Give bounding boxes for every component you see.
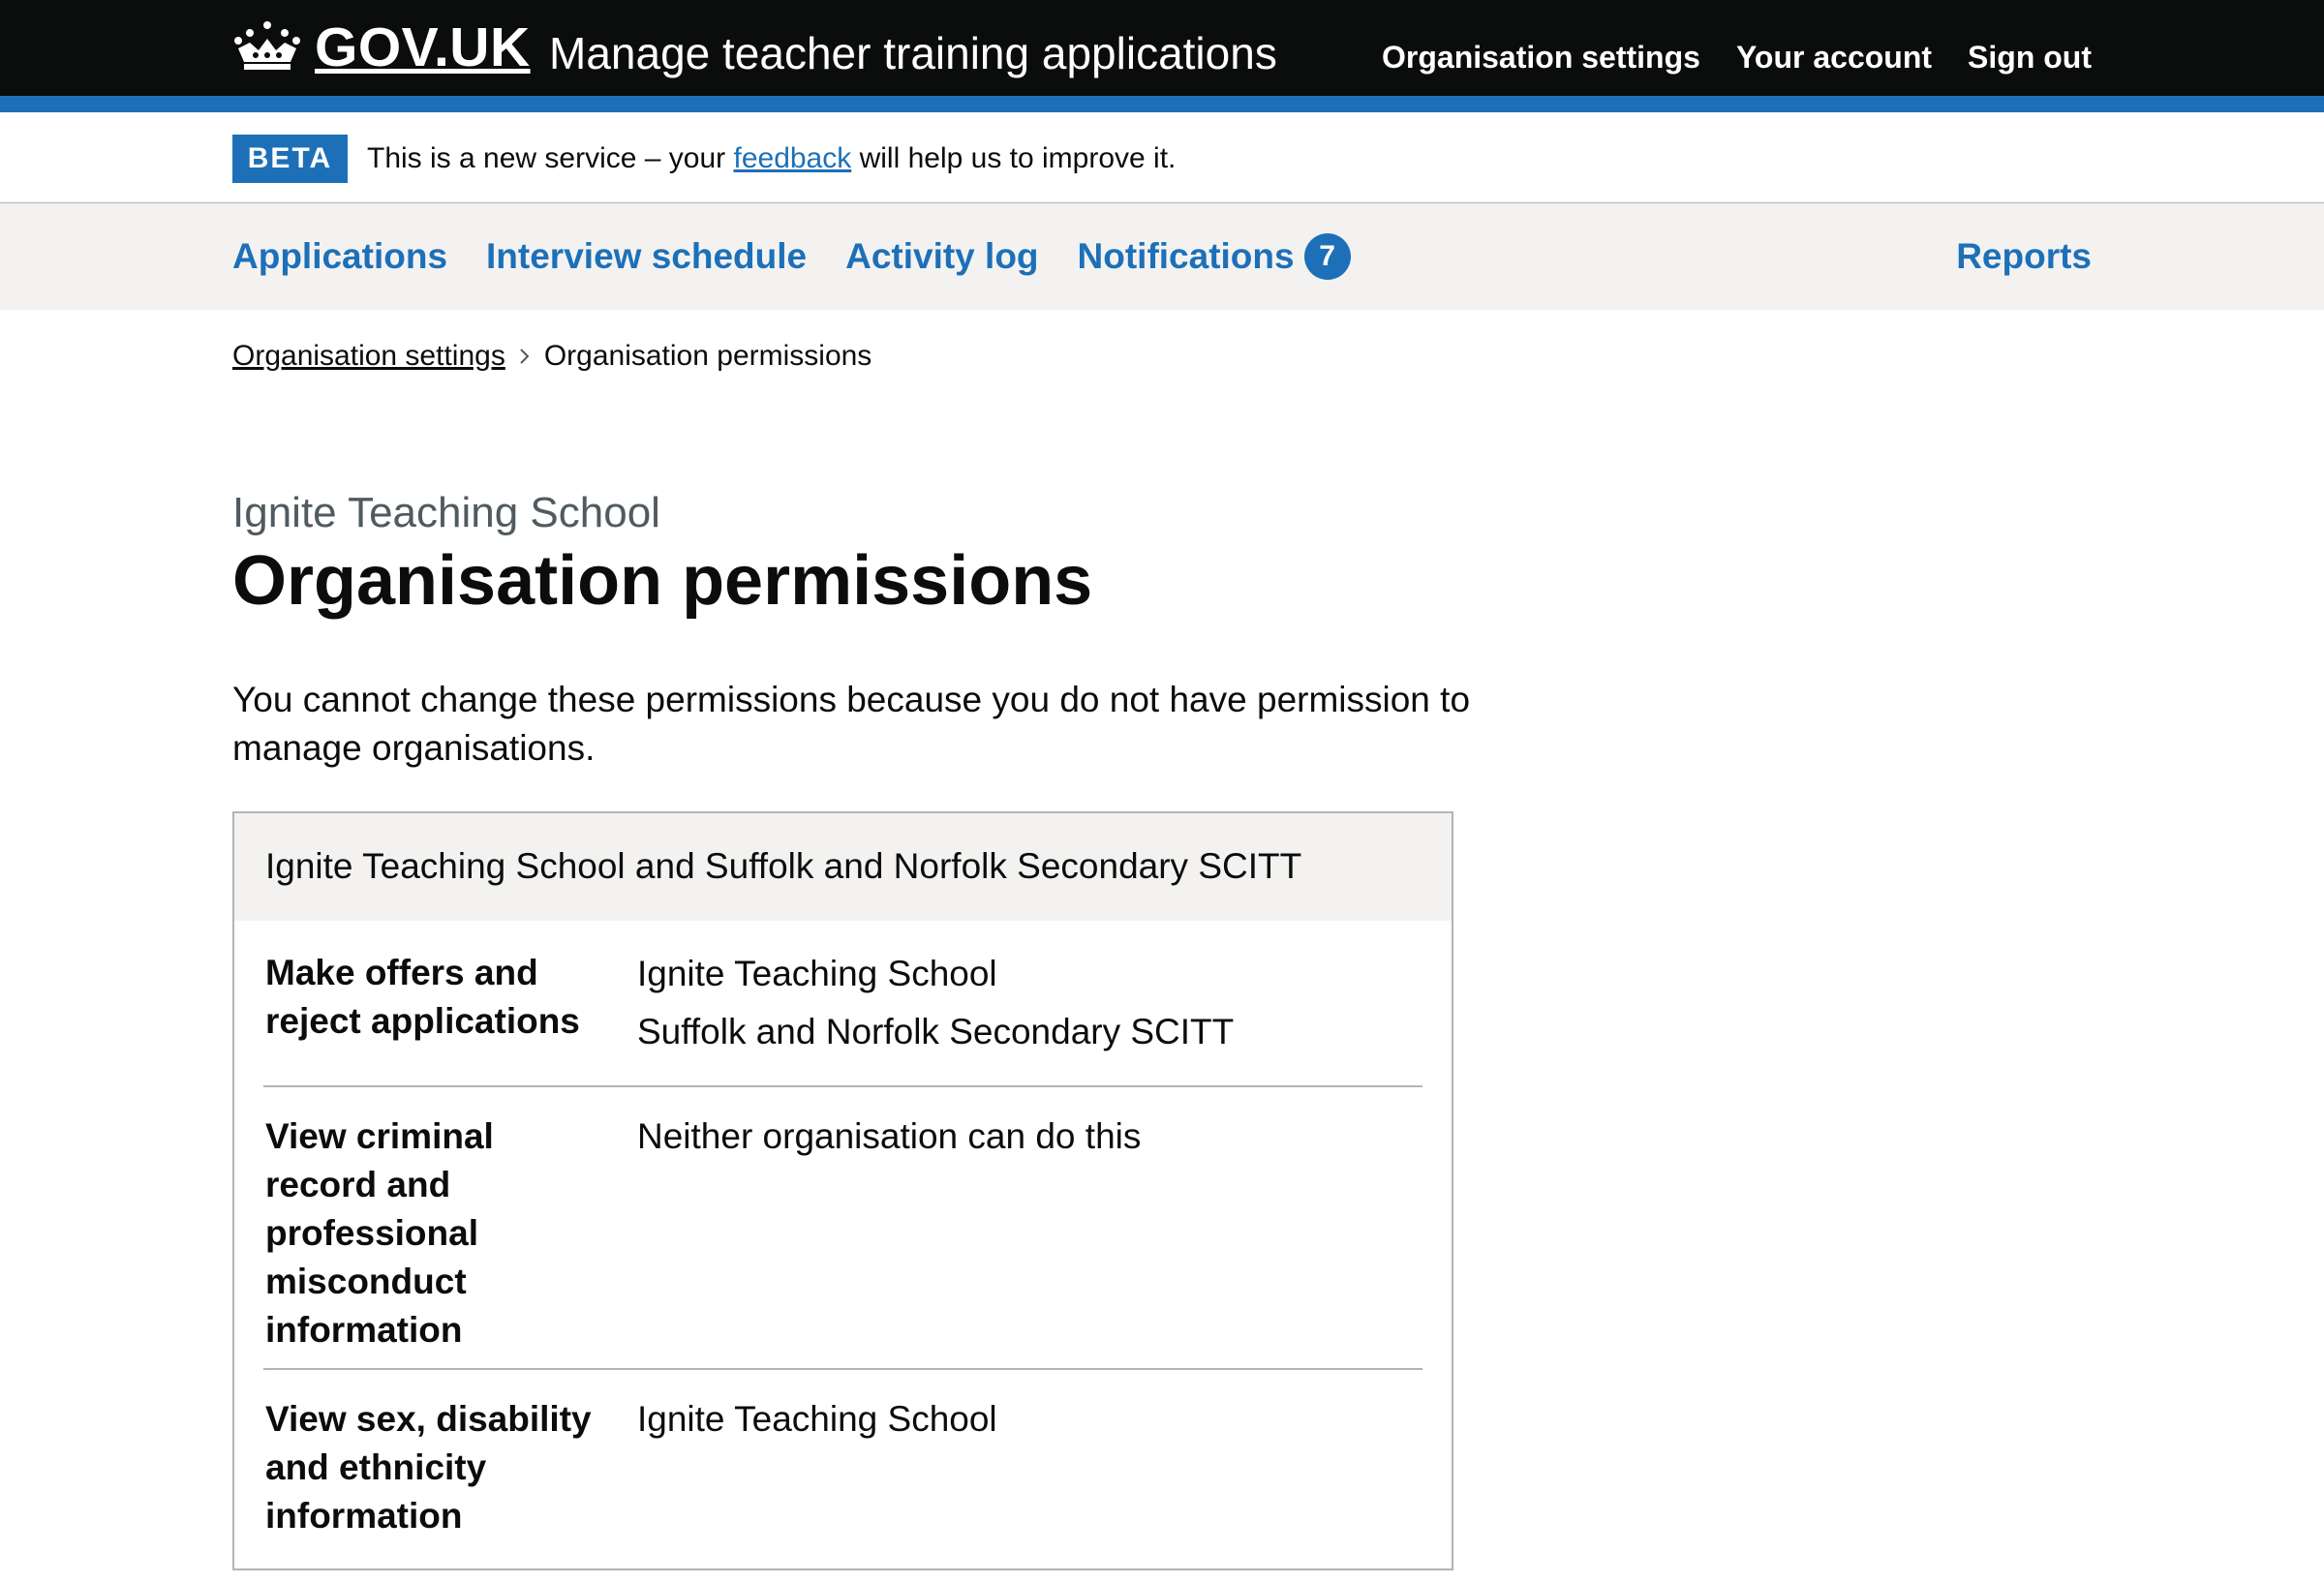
permissions-card: Ignite Teaching School and Suffolk and N… [232, 811, 1453, 1570]
nav-reports[interactable]: Reports [1956, 236, 2092, 277]
crown-icon [234, 21, 300, 70]
permission-value: Ignite Teaching School [637, 954, 997, 993]
header-navigation: Organisation settings Your account Sign … [1382, 23, 2092, 91]
govuk-logo-link[interactable]: GOV.UK [315, 14, 531, 81]
phase-banner-text-after: will help us to improve it. [851, 142, 1177, 174]
nav-notifications[interactable]: Notifications 7 [1078, 233, 1351, 280]
permission-values: Ignite Teaching School Suffolk and Norfo… [637, 945, 1234, 1061]
permission-value: Ignite Teaching School [637, 1399, 997, 1439]
permission-value: Neither organisation can do this [637, 1116, 1142, 1156]
body-text: You cannot change these permissions beca… [232, 680, 1471, 768]
permission-value: Suffolk and Norfolk Secondary SCITT [637, 1012, 1235, 1051]
breadcrumb: Organisation settings Organisation permi… [232, 337, 872, 376]
permission-row: Make offers and reject applications Igni… [263, 921, 1422, 1087]
phase-banner-text: This is a new service – your feedback wi… [367, 139, 1176, 178]
permission-row: View sex, disability and ethnicity infor… [263, 1370, 1422, 1583]
breadcrumb-current: Organisation permissions [543, 340, 872, 372]
feedback-link[interactable]: feedback [733, 142, 851, 174]
nav-interview-schedule[interactable]: Interview schedule [486, 236, 807, 277]
beta-tag: BETA [232, 135, 348, 183]
phase-banner: BETA This is a new service – your feedba… [0, 112, 2324, 203]
permission-values: Neither organisation can do this [637, 1108, 1141, 1166]
nav-applications[interactable]: Applications [232, 236, 447, 277]
page-title: Organisation permissions [232, 542, 1093, 620]
permission-values: Ignite Teaching School [637, 1390, 997, 1448]
header-link-sign-out[interactable]: Sign out [1968, 40, 2092, 76]
breadcrumb-organisation-settings[interactable]: Organisation settings [232, 337, 505, 376]
header-blue-bar [0, 96, 2324, 112]
chevron-right-icon [520, 349, 530, 364]
phase-banner-text-before: This is a new service – your [367, 142, 734, 174]
permission-key: Make offers and reject applications [265, 953, 580, 1041]
header-link-your-account[interactable]: Your account [1736, 40, 1932, 76]
site-header: GOV.UK Manage teacher training applicati… [0, 0, 2324, 96]
notifications-count-badge: 7 [1303, 233, 1351, 280]
service-name-link[interactable]: Manage teacher training applications [549, 19, 1277, 87]
permission-key: View sex, disability and ethnicity infor… [265, 1399, 592, 1536]
permission-key: View criminal record and professional mi… [265, 1116, 494, 1350]
nav-activity-log[interactable]: Activity log [845, 236, 1038, 277]
permissions-card-heading: Ignite Teaching School and Suffolk and N… [234, 813, 1452, 921]
page-caption: Ignite Teaching School [232, 489, 660, 536]
header-link-organisation-settings[interactable]: Organisation settings [1382, 40, 1700, 76]
primary-navigation: Applications Interview schedule Activity… [0, 203, 2324, 310]
permission-row: View criminal record and professional mi… [263, 1087, 1422, 1370]
nav-notifications-label: Notifications [1077, 236, 1295, 276]
